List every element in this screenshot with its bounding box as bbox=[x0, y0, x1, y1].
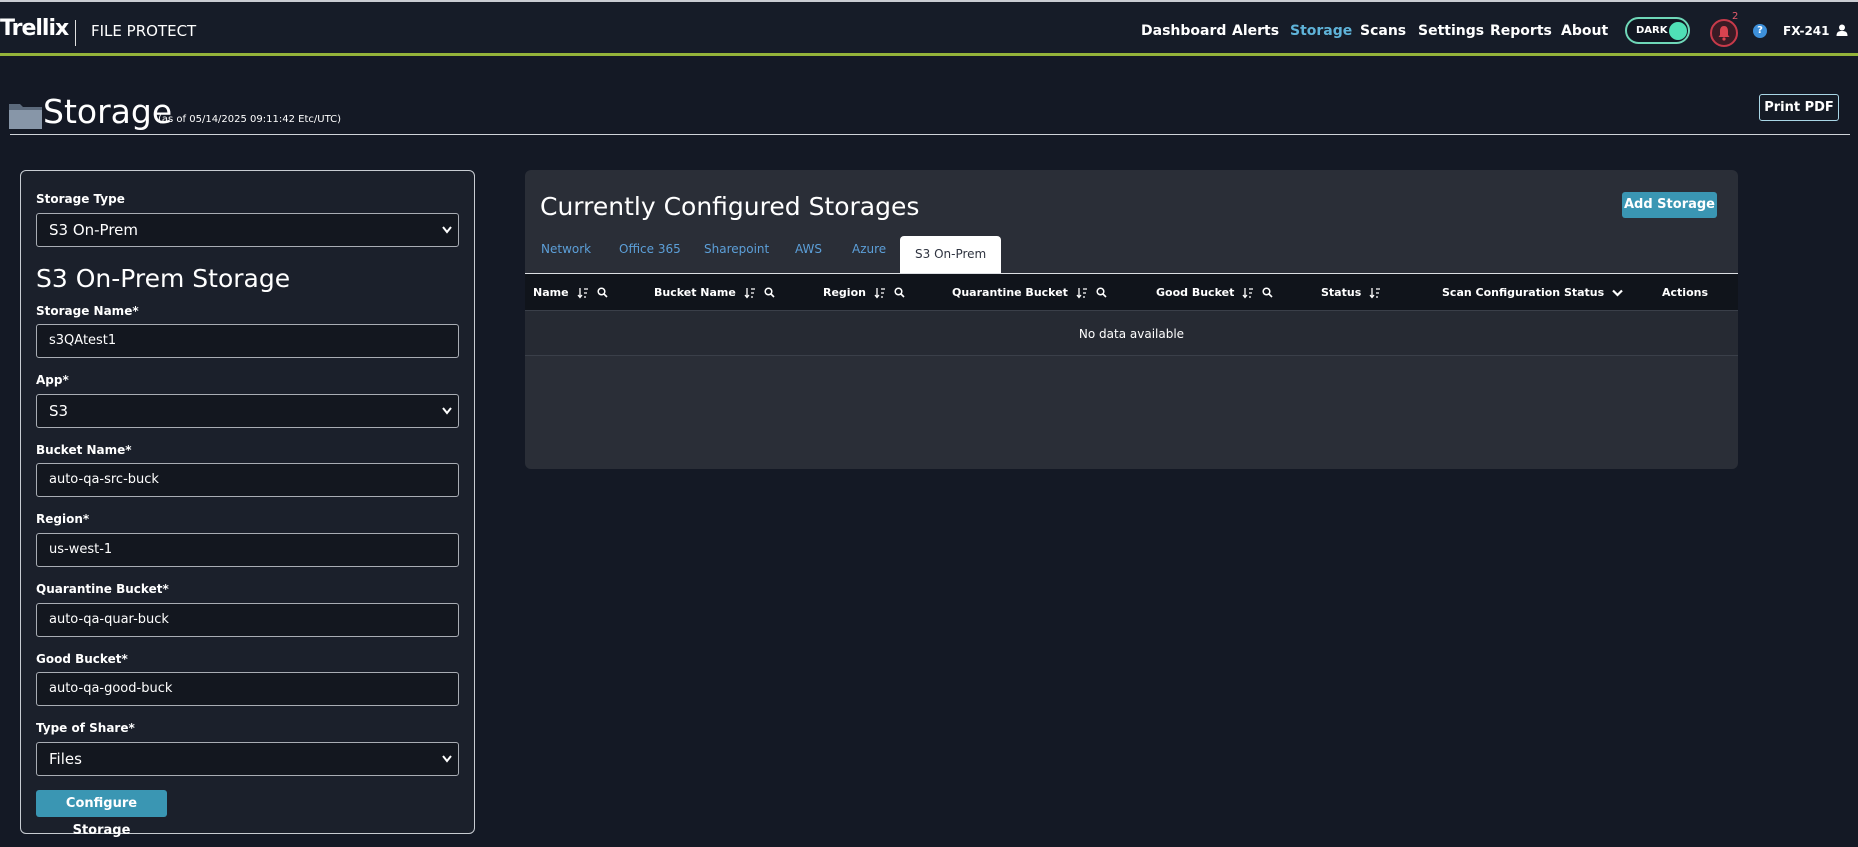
search-icon[interactable] bbox=[764, 287, 775, 298]
column-good-bucket[interactable]: Good Bucket bbox=[1156, 286, 1273, 299]
storage-type-select[interactable]: S3 On-Prem bbox=[36, 213, 459, 247]
nav-dashboard[interactable]: Dashboard bbox=[1141, 23, 1226, 39]
tab-office-365[interactable]: Office 365 bbox=[619, 242, 681, 256]
chevron-down-icon bbox=[442, 407, 452, 415]
product-name: FILE PROTECT bbox=[91, 22, 197, 40]
storage-form-panel: Storage Type S3 On-Prem S3 On-Prem Stora… bbox=[20, 170, 475, 838]
storage-type-label: Storage Type bbox=[36, 192, 125, 206]
notifications-button[interactable] bbox=[1710, 19, 1738, 47]
quarantine-bucket-input[interactable]: auto-qa-quar-buck bbox=[36, 603, 459, 637]
column-status[interactable]: Status bbox=[1321, 286, 1381, 299]
nav-reports[interactable]: Reports bbox=[1490, 23, 1552, 39]
add-storage-button[interactable]: Add Storage bbox=[1622, 192, 1717, 218]
storage-type-value: S3 On-Prem bbox=[49, 221, 139, 239]
nav-about[interactable]: About bbox=[1561, 23, 1608, 39]
quarantine-bucket-label: Quarantine Bucket* bbox=[36, 582, 169, 596]
table-header: Name Bucket Name Region Quarantine Bucke… bbox=[525, 273, 1738, 311]
search-icon[interactable] bbox=[1096, 287, 1107, 298]
storage-name-label: Storage Name* bbox=[36, 304, 139, 318]
form-heading: S3 On-Prem Storage bbox=[36, 264, 291, 293]
app-label: App* bbox=[36, 373, 69, 387]
chevron-down-icon bbox=[442, 755, 452, 763]
tab-s3-on-prem[interactable]: S3 On-Prem bbox=[900, 236, 1002, 273]
print-pdf-button[interactable]: Print PDF bbox=[1759, 94, 1839, 121]
tab-network[interactable]: Network bbox=[541, 242, 591, 256]
column-bucket-name[interactable]: Bucket Name bbox=[654, 286, 775, 299]
page-title: Storage bbox=[43, 92, 173, 131]
region-label: Region* bbox=[36, 512, 90, 526]
nav-scans[interactable]: Scans bbox=[1360, 23, 1406, 39]
column-quarantine-bucket[interactable]: Quarantine Bucket bbox=[952, 286, 1107, 299]
user-icon[interactable] bbox=[1836, 24, 1848, 36]
title-divider bbox=[10, 134, 1850, 135]
region-input[interactable]: us-west-1 bbox=[36, 533, 459, 567]
logo-divider bbox=[75, 20, 76, 46]
dark-mode-label: DARK bbox=[1636, 25, 1668, 36]
bell-icon bbox=[1718, 26, 1730, 41]
sort-icon[interactable] bbox=[744, 287, 756, 299]
sort-icon[interactable] bbox=[1242, 287, 1254, 299]
search-icon[interactable] bbox=[1262, 287, 1273, 298]
sort-icon[interactable] bbox=[874, 287, 886, 299]
app-header: Trellix FILE PROTECT Dashboard Alerts St… bbox=[0, 2, 1858, 56]
good-bucket-input[interactable]: auto-qa-good-buck bbox=[36, 672, 459, 706]
folder-icon bbox=[9, 104, 42, 129]
app-select[interactable]: S3 bbox=[36, 394, 459, 428]
bucket-name-label: Bucket Name* bbox=[36, 443, 132, 457]
table-title: Currently Configured Storages bbox=[540, 192, 920, 221]
sort-icon[interactable] bbox=[1369, 287, 1381, 299]
good-bucket-label: Good Bucket* bbox=[36, 652, 128, 666]
share-type-value: Files bbox=[49, 750, 82, 768]
sort-icon[interactable] bbox=[577, 287, 589, 299]
tab-aws[interactable]: AWS bbox=[795, 242, 822, 256]
trellix-logo[interactable]: Trellix bbox=[0, 16, 69, 41]
chevron-down-icon bbox=[442, 226, 452, 234]
storages-table-panel: Currently Configured Storages Add Storag… bbox=[525, 170, 1738, 469]
notification-count: 2 bbox=[1732, 11, 1739, 22]
app-value: S3 bbox=[49, 402, 69, 420]
nav-storage[interactable]: Storage bbox=[1290, 23, 1352, 39]
column-name[interactable]: Name bbox=[533, 286, 608, 299]
search-icon[interactable] bbox=[597, 287, 608, 298]
column-region[interactable]: Region bbox=[823, 286, 905, 299]
sort-icon[interactable] bbox=[1076, 287, 1088, 299]
tab-sharepoint[interactable]: Sharepoint bbox=[704, 242, 769, 256]
bucket-name-input[interactable]: auto-qa-src-buck bbox=[36, 463, 459, 497]
nav-settings[interactable]: Settings bbox=[1418, 23, 1484, 39]
share-type-select[interactable]: Files bbox=[36, 742, 459, 776]
user-id[interactable]: FX-241 bbox=[1783, 24, 1830, 38]
table-row: No data available bbox=[525, 311, 1738, 356]
storage-name-input[interactable]: s3QAtest1 bbox=[36, 324, 459, 358]
search-icon[interactable] bbox=[894, 287, 905, 298]
no-data-message: No data available bbox=[1078, 327, 1185, 341]
tab-azure[interactable]: Azure bbox=[852, 242, 886, 256]
column-scan-configuration-status[interactable]: Scan Configuration Status bbox=[1442, 286, 1623, 299]
help-icon[interactable]: ? bbox=[1753, 24, 1767, 38]
nav-alerts[interactable]: Alerts bbox=[1232, 23, 1279, 39]
toggle-knob bbox=[1669, 22, 1687, 40]
chevron-down-icon[interactable] bbox=[1612, 289, 1623, 297]
share-type-label: Type of Share* bbox=[36, 721, 135, 735]
as-of-timestamp: (as of 05/14/2025 09:11:42 Etc/UTC) bbox=[158, 114, 341, 125]
configure-storage-button[interactable]: Configure Storage bbox=[36, 790, 167, 838]
column-actions: Actions bbox=[1662, 286, 1708, 299]
dark-mode-toggle[interactable]: DARK bbox=[1625, 17, 1690, 44]
